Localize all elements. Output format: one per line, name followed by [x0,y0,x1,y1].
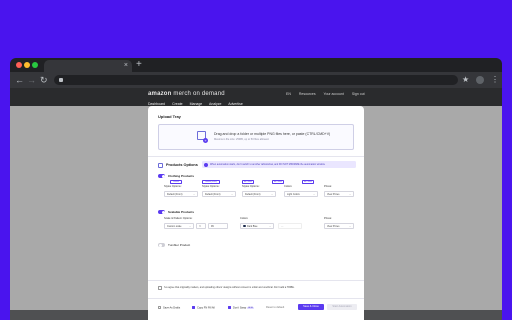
shirt-icon [158,163,163,168]
colors-label: Colors: [284,185,293,188]
maximize-window-button[interactable] [32,62,38,68]
scalable-colors-select[interactable]: Dark Blue ⌄ [240,223,274,229]
style-select[interactable]: Default (Front) ⌄ [202,191,236,197]
chevron-down-icon: ⌄ [192,193,195,196]
dropzone-text: Drag and drop a folder or multiple PNG f… [214,132,331,136]
styles-options-label: Styles Options: [242,185,260,188]
colors-label: Colors: [240,217,249,220]
new-tab-button[interactable]: + [136,59,142,71]
address-bar[interactable] [54,75,458,85]
upload-tray-title: Upload Tray [158,114,181,119]
dont-swap-option[interactable]: Don't Swap BETA [228,306,254,310]
add-badge-icon: + [203,138,208,143]
clothing-chip[interactable]: Default [170,180,182,184]
divider [148,298,364,299]
browser-toolbar: ← → ↻ ★ ⋮ [10,72,502,88]
scalable-products-label: Scalable Products [168,210,195,214]
close-window-button[interactable] [16,62,22,68]
header-link-resources[interactable]: Resources [299,92,316,96]
scale-unit-field[interactable]: % [196,223,206,229]
bookmark-star-icon[interactable]: ★ [462,74,469,86]
styles-options-label: Styles Options: [202,185,220,188]
agree-text: I've agree that originality matters, and… [164,286,295,289]
agree-checkbox[interactable] [158,286,162,290]
clothing-chip[interactable]: Default (Front) [202,180,220,184]
file-dropzone[interactable]: + Drag and drop a folder or multiple PNG… [158,124,354,150]
prices-select[interactable]: View Prices ⌄ [324,191,354,197]
checkbox [158,306,161,309]
browser-window: × + ← → ↻ ★ ⋮ amazon merch on demand EN … [10,58,502,320]
header-link-signout[interactable]: Sign out [352,92,365,96]
dropzone-subtext: Maximum file size: 25MB, up to 50 files … [214,138,270,141]
back-icon[interactable]: ← [15,74,24,86]
scale-select[interactable]: Custom scale ⌄ [164,223,194,229]
save-close-button[interactable]: Save & Close [298,304,324,310]
browser-tab[interactable]: × [44,60,132,72]
divider [148,156,364,157]
tumbler-product-label: Tumbler Product [168,243,191,247]
close-tab-icon[interactable]: × [124,61,128,71]
header-links: EN Resources Your account Sign out [286,92,372,96]
scale-number-input[interactable]: 99 [208,223,228,229]
tab-bar: × + [10,58,502,72]
checkbox [228,306,231,309]
chevron-down-icon: ⌄ [348,225,351,228]
checkbox [192,306,195,309]
divider [148,280,364,281]
header-link-language[interactable]: EN [286,92,291,96]
chevron-down-icon: ⌄ [348,193,351,196]
clothing-products-label: Clothing Products [168,174,194,178]
profile-avatar[interactable] [476,76,484,84]
lock-icon [59,78,63,82]
reset-default-link[interactable]: Reset to default [266,306,284,309]
minimize-window-button[interactable] [24,62,30,68]
site-header: amazon merch on demand EN Resources Your… [10,88,502,106]
clothing-chip[interactable]: All Colors [242,180,254,184]
chevron-down-icon: ⌄ [312,193,315,196]
disabled-select: — [278,223,302,229]
clothing-chip[interactable]: All Colors [272,180,284,184]
style-select[interactable]: Default (Front) ⌄ [164,191,198,197]
chevron-down-icon: ⌄ [268,225,271,228]
info-banner: When automation starts, don't switch to … [202,161,356,168]
styles-options-label: Styles Options: [164,185,182,188]
info-icon [204,162,208,167]
browser-menu-icon[interactable]: ⋮ [491,74,499,86]
page-content: amazon merch on demand EN Resources Your… [10,88,502,320]
prices-label: Prices: [324,185,332,188]
beta-badge: BETA [247,307,254,310]
header-link-account[interactable]: Your account [324,92,344,96]
chevron-down-icon: ⌄ [270,193,273,196]
scalable-prices-select[interactable]: View Prices ⌄ [324,223,354,229]
scale-pattern-label: Scale & Pattern Options: [164,217,193,220]
merch-logo[interactable]: amazon merch on demand [148,91,225,97]
color-swatch [243,224,246,228]
colors-select[interactable]: Light Colors ⌄ [284,191,318,197]
start-automation-button[interactable]: Start Automation [327,304,357,310]
products-options-title: Products Options [166,163,198,167]
info-banner-text: When automation starts, don't switch to … [210,162,326,166]
chevron-down-icon: ⌄ [188,225,191,228]
style-select[interactable]: Default (Front) ⌄ [242,191,276,197]
save-as-drafts-option[interactable]: Save As Drafts [158,306,180,309]
scalable-products-toggle[interactable] [158,210,165,214]
copy-fill-all-option[interactable]: Copy FN Fill All [192,306,215,309]
chevron-down-icon: ⌄ [230,193,233,196]
clothing-products-toggle[interactable] [158,174,165,178]
prices-label: Prices: [324,217,332,220]
upload-modal: Upload Tray + Drag and drop a folder or … [148,106,364,320]
tumbler-product-toggle[interactable] [158,243,165,247]
clothing-chip[interactable]: All Colors [302,180,314,184]
reload-icon[interactable]: ↻ [40,74,48,86]
forward-icon[interactable]: → [27,74,36,86]
